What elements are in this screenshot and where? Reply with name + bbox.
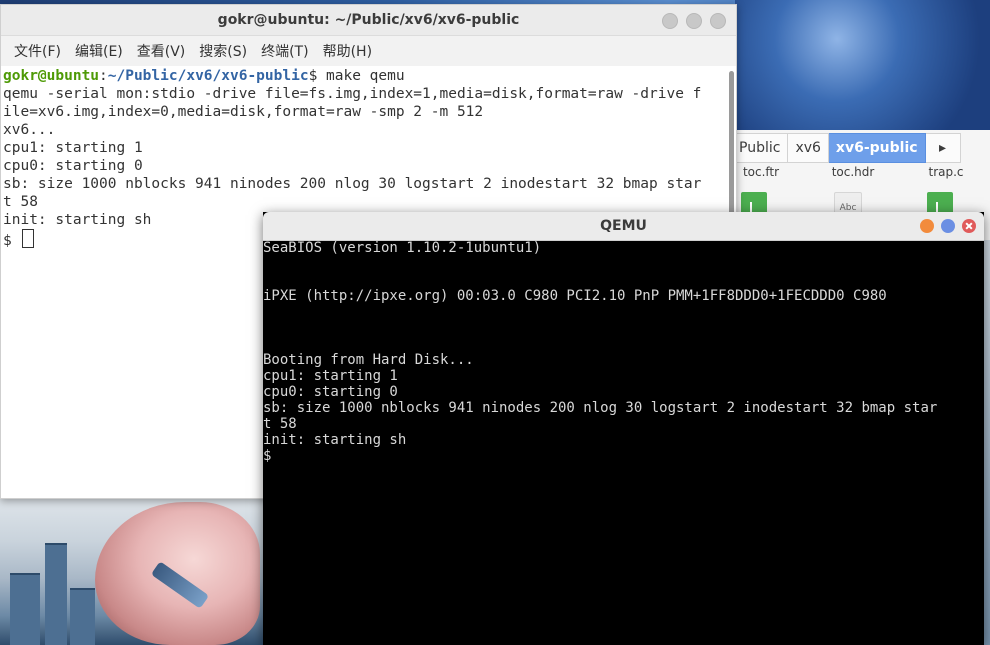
prompt-separator: : <box>99 68 108 84</box>
terminal-title: gokr@ubuntu: ~/Public/xv6/xv6-public <box>217 12 520 28</box>
menu-help[interactable]: 帮助(H) <box>318 41 377 61</box>
terminal-line: ile=xv6.img,index=0,media=disk,format=ra… <box>3 104 484 120</box>
terminal-line: sb: size 1000 nblocks 941 ninodes 200 nl… <box>3 176 702 192</box>
menu-terminal[interactable]: 终端(T) <box>256 41 313 61</box>
terminal-prompt-line: gokr@ubuntu:~/Public/xv6/xv6-public$ mak… <box>3 67 724 85</box>
terminal-line: t 58 <box>3 194 38 210</box>
console-line: cpu1: starting 1 <box>263 368 398 384</box>
terminal-titlebar[interactable]: gokr@ubuntu: ~/Public/xv6/xv6-public <box>1 5 736 36</box>
file-manager-breadcrumb: Public xv6 xv6-public ▸ <box>731 133 961 163</box>
terminal-cursor <box>22 229 35 248</box>
terminal-scrollbar[interactable] <box>729 71 734 231</box>
prompt-command: $ make qemu <box>308 68 405 84</box>
terminal-line: cpu1: starting 1 <box>3 140 143 156</box>
console-line: sb: size 1000 nblocks 941 ninodes 200 nl… <box>263 400 938 416</box>
breadcrumb-public[interactable]: Public <box>731 133 789 163</box>
qemu-titlebar[interactable]: QEMU <box>263 212 984 241</box>
wallpaper-building <box>45 543 67 645</box>
desktop-wallpaper-bottom <box>0 497 263 645</box>
prompt-user: gokr@ubuntu <box>3 68 100 84</box>
qemu-title: QEMU <box>600 218 647 234</box>
terminal-window-controls <box>662 13 726 29</box>
prompt-path: ~/Public/xv6/xv6-public <box>107 68 309 84</box>
breadcrumb-forward-button[interactable]: ▸ <box>925 133 961 163</box>
console-line: cpu0: starting 0 <box>263 384 398 400</box>
desktop-wallpaper-right <box>983 235 990 645</box>
close-button[interactable] <box>962 219 976 233</box>
chevron-right-icon: ▸ <box>939 140 947 156</box>
terminal-menubar: 文件(F) 编辑(E) 查看(V) 搜索(S) 终端(T) 帮助(H) <box>1 36 736 66</box>
breadcrumb-xv6[interactable]: xv6 <box>788 133 829 163</box>
file-name-trap-c[interactable]: trap.c <box>916 162 976 182</box>
qemu-window: QEMU SeaBIOS (version 1.10.2-1ubuntu1) i… <box>263 212 984 645</box>
terminal-line: xv6... <box>3 122 56 138</box>
close-button[interactable] <box>710 13 726 29</box>
wallpaper-building <box>70 588 95 645</box>
breadcrumb-xv6-public[interactable]: xv6-public <box>828 133 926 163</box>
console-prompt: $ <box>263 448 272 464</box>
qemu-console[interactable]: SeaBIOS (version 1.10.2-1ubuntu1) iPXE (… <box>263 240 984 645</box>
menu-edit[interactable]: 编辑(E) <box>70 41 128 61</box>
wallpaper-building <box>10 573 40 645</box>
maximize-button[interactable] <box>941 219 955 233</box>
file-name-toc-ftr[interactable]: toc.ftr <box>731 162 791 182</box>
file-name-toc-hdr[interactable]: toc.hdr <box>823 162 883 182</box>
qemu-window-controls <box>920 219 976 233</box>
terminal-line: qemu -serial mon:stdio -drive file=fs.im… <box>3 86 702 102</box>
menu-file[interactable]: 文件(F) <box>9 41 66 61</box>
console-line: init: starting sh <box>263 432 407 448</box>
menu-view[interactable]: 查看(V) <box>132 41 191 61</box>
minimize-button[interactable] <box>920 219 934 233</box>
console-line: SeaBIOS (version 1.10.2-1ubuntu1) <box>263 240 542 256</box>
menu-search[interactable]: 搜索(S) <box>194 41 252 61</box>
terminal-line: cpu0: starting 0 <box>3 158 143 174</box>
minimize-button[interactable] <box>662 13 678 29</box>
console-line: t 58 <box>263 416 297 432</box>
console-line: Booting from Hard Disk... <box>263 352 474 368</box>
console-line: iPXE (http://ipxe.org) 00:03.0 C980 PCI2… <box>263 288 887 304</box>
maximize-button[interactable] <box>686 13 702 29</box>
final-prompt: $ <box>3 233 21 249</box>
